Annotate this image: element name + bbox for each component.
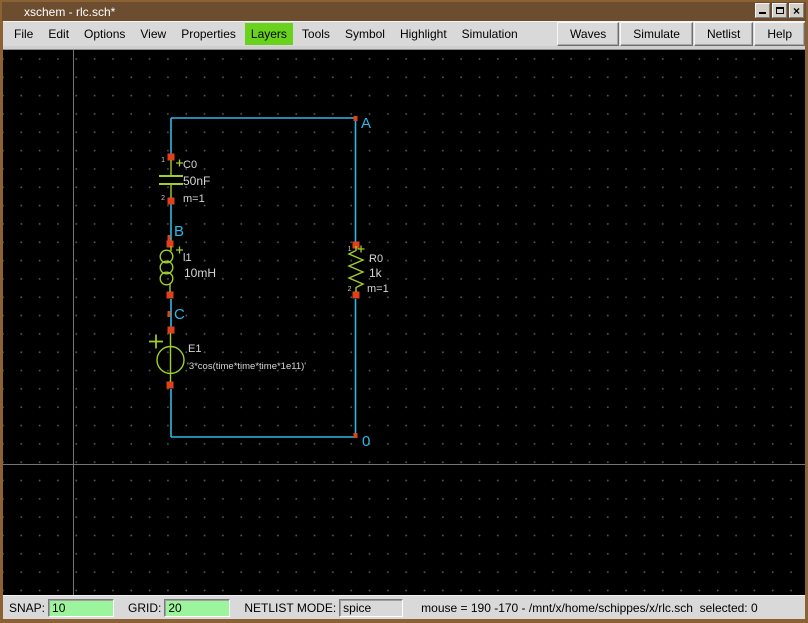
grid-input[interactable] xyxy=(164,599,230,617)
netlist-button[interactable]: Netlist xyxy=(694,22,753,46)
component-ref: R0 xyxy=(369,253,383,265)
net-label-b[interactable]: B xyxy=(174,223,184,240)
netlist-mode-input[interactable] xyxy=(339,599,403,617)
menu-item-layers[interactable]: Layers xyxy=(245,23,293,45)
label-mark-0 xyxy=(354,433,358,438)
menu-item-properties[interactable]: Properties xyxy=(175,23,242,45)
minimize-icon xyxy=(759,11,766,14)
maximize-icon xyxy=(776,7,784,14)
pin-number: 2 xyxy=(348,286,352,293)
pin-number: 1 xyxy=(348,246,352,253)
menu-item-simulation[interactable]: Simulation xyxy=(456,23,524,45)
component-param: m=1 xyxy=(183,193,205,205)
status-bar: SNAP: GRID: NETLIST MODE: mouse = 190 -1… xyxy=(3,595,805,619)
pin-number: 1 xyxy=(161,157,165,164)
schematic-drawing: 1 2 C0 50nF m=1 l1 10mH xyxy=(3,50,805,595)
pin-l1-2 xyxy=(167,292,174,299)
menu-item-highlight[interactable]: Highlight xyxy=(394,23,453,45)
waves-button[interactable]: Waves xyxy=(557,22,619,46)
label-mark-b xyxy=(168,235,171,241)
component-vsource-e1[interactable]: E1 '3*cos(time*time*time*1e11)' xyxy=(149,333,306,382)
menu-item-file[interactable]: File xyxy=(8,23,39,45)
snap-label: SNAP: xyxy=(9,601,45,615)
schematic-canvas[interactable]: 1 2 C0 50nF m=1 l1 10mH xyxy=(3,50,805,595)
pin-l1-1 xyxy=(167,241,174,248)
window-controls: × xyxy=(755,3,804,18)
minimize-button[interactable] xyxy=(755,3,770,18)
maximize-button[interactable] xyxy=(772,3,787,18)
net-label-a[interactable]: A xyxy=(361,115,371,132)
component-capacitor-c0[interactable]: 1 2 C0 50nF m=1 xyxy=(159,157,210,205)
component-ref: E1 xyxy=(188,343,201,355)
net-label-c[interactable]: C xyxy=(174,306,185,323)
component-ref: l1 xyxy=(183,252,192,264)
component-ref: C0 xyxy=(183,159,197,171)
component-param: m=1 xyxy=(367,283,389,295)
netlist-mode-label: NETLIST MODE: xyxy=(244,601,336,615)
component-resistor-r0[interactable]: 1 2 R0 1k m=1 xyxy=(348,246,389,296)
xschem-window: xschem - rlc.sch* × File Edit Options Vi… xyxy=(0,0,808,623)
window-title: xschem - rlc.sch* xyxy=(2,5,115,19)
menu-item-view[interactable]: View xyxy=(134,23,172,45)
pin-r0-2 xyxy=(353,292,360,299)
component-value: 10mH xyxy=(184,266,216,280)
pin-c0-1 xyxy=(168,154,175,161)
pin-e1-1 xyxy=(168,327,175,334)
label-mark-c xyxy=(168,311,171,317)
title-bar[interactable]: xschem - rlc.sch* × xyxy=(2,2,806,21)
component-value: 1k xyxy=(369,266,383,280)
simulate-button[interactable]: Simulate xyxy=(620,22,693,46)
pin-c0-2 xyxy=(168,198,175,205)
component-value: 50nF xyxy=(183,174,210,188)
plus-icon xyxy=(176,160,183,167)
grid-label: GRID: xyxy=(128,601,161,615)
close-icon: × xyxy=(793,5,800,17)
component-value: '3*cos(time*time*time*1e11)' xyxy=(187,361,306,372)
plus-icon xyxy=(149,335,163,349)
menu-items: File Edit Options View Properties Layers… xyxy=(3,22,527,46)
menu-item-symbol[interactable]: Symbol xyxy=(339,23,391,45)
help-button[interactable]: Help xyxy=(754,22,805,46)
toolbar-buttons: Waves Simulate Netlist Help xyxy=(556,22,805,46)
menu-bar: File Edit Options View Properties Layers… xyxy=(3,21,805,46)
label-mark-a xyxy=(354,116,358,121)
pin-number: 2 xyxy=(161,195,165,202)
menu-item-edit[interactable]: Edit xyxy=(42,23,75,45)
snap-input[interactable] xyxy=(48,599,114,617)
menu-item-options[interactable]: Options xyxy=(78,23,131,45)
pin-e1-2 xyxy=(167,382,174,389)
menu-item-tools[interactable]: Tools xyxy=(296,23,336,45)
plus-icon xyxy=(176,247,183,254)
component-inductor-l1[interactable]: l1 10mH xyxy=(160,246,216,292)
net-label-0[interactable]: 0 xyxy=(362,433,370,450)
close-button[interactable]: × xyxy=(789,3,804,18)
mouse-status-text: mouse = 190 -170 - /mnt/x/home/schippes/… xyxy=(421,601,758,615)
